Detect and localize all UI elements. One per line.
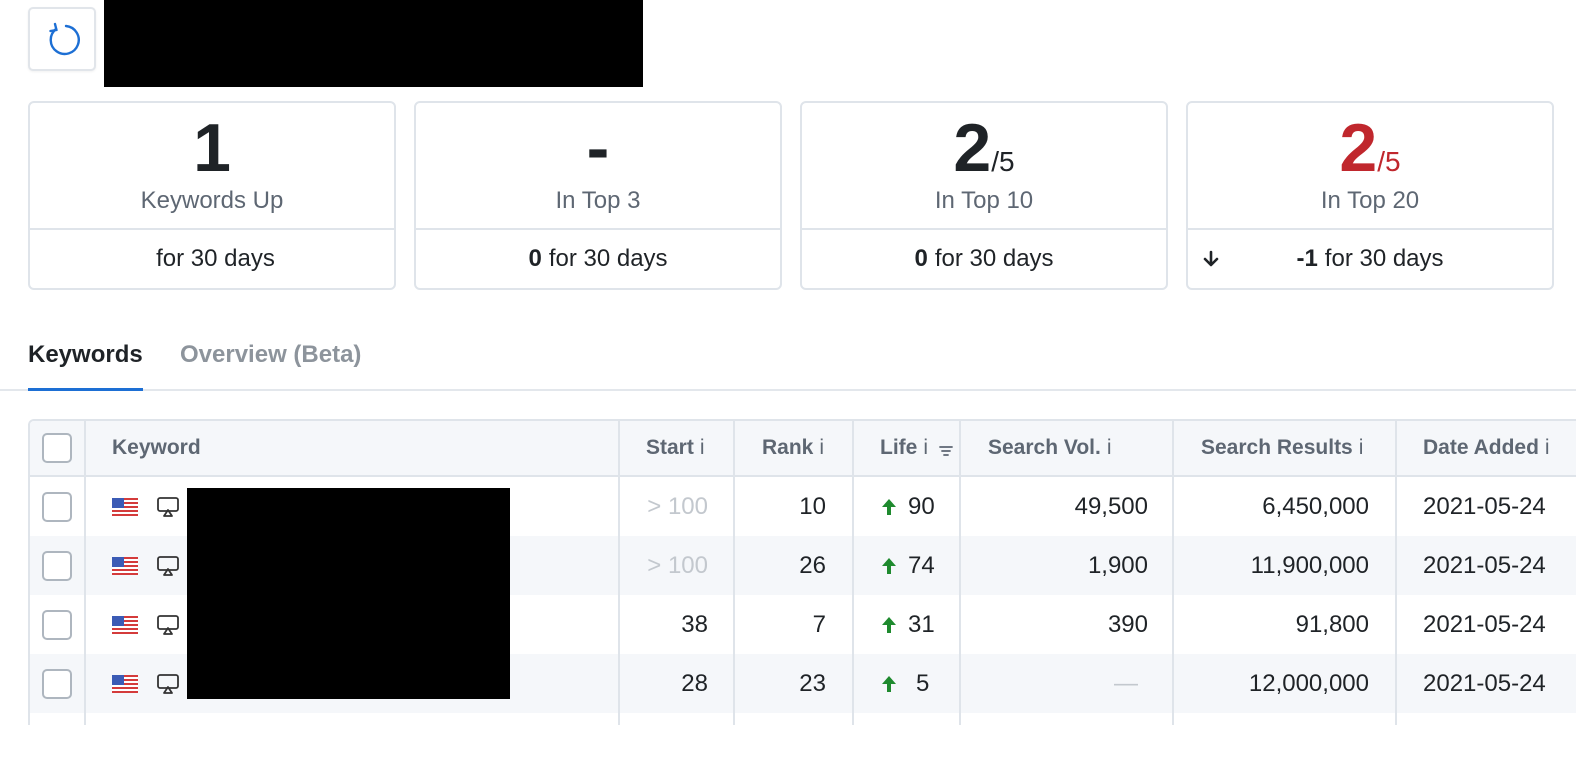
info-icon[interactable]: i (819, 436, 824, 460)
date-added-cell: 2021-05-24 (1423, 669, 1546, 697)
life-cell: 74 (880, 536, 935, 595)
us-flag-icon (112, 497, 138, 516)
us-flag-icon (112, 615, 138, 634)
card-label: In Top 10 (934, 187, 1034, 214)
redacted-keywords (187, 488, 510, 699)
refresh-button[interactable] (28, 7, 96, 71)
date-added-cell: 2021-05-24 (1423, 551, 1546, 579)
sort-icon[interactable] (938, 443, 954, 459)
header-date-added[interactable]: Date Added i (1423, 421, 1550, 475)
desktop-icon (157, 555, 179, 576)
row-checkbox[interactable] (42, 550, 72, 581)
us-flag-icon (112, 674, 138, 693)
desktop-icon (157, 673, 179, 694)
search-results-cell: 6,450,000 (1262, 492, 1369, 520)
column-divider (733, 421, 735, 725)
start-cell: 38 (681, 610, 708, 638)
header-keyword[interactable]: Keyword (112, 421, 201, 475)
desktop-icon (157, 614, 179, 635)
arrow-down-icon (1203, 250, 1219, 267)
row-checkbox[interactable] (42, 668, 72, 699)
date-added-cell: 2021-05-24 (1423, 492, 1546, 520)
card-label: In Top 20 (1320, 187, 1420, 214)
card-label: In Top 3 (555, 187, 641, 214)
card-value: 2/5 (953, 110, 1015, 186)
card-period: for 30 days (156, 245, 275, 272)
card-period: -1 for 30 days (1188, 230, 1552, 288)
start-cell: > 100 (647, 492, 708, 520)
rank-cell: 26 (799, 551, 826, 579)
card-in-top-20: 2/5 In Top 20 -1 for 30 days (1186, 101, 1554, 290)
column-divider (618, 421, 620, 725)
card-value: - (586, 110, 610, 186)
search-vol-cell: 49,500 (1074, 492, 1148, 520)
search-vol-cell: — (1114, 669, 1138, 697)
arrow-up-icon (882, 616, 896, 633)
search-results-cell: 11,900,000 (1250, 551, 1369, 579)
card-keywords-up: 1 Keywords Up for 30 days (28, 101, 396, 290)
row-checkbox[interactable] (42, 491, 72, 522)
redacted-title (104, 0, 643, 87)
tab-bar: Keywords Overview (Beta) (0, 325, 1576, 391)
start-cell: > 100 (647, 551, 708, 579)
tab-overview[interactable]: Overview (Beta) (180, 341, 361, 369)
search-vol-cell: 390 (1107, 610, 1148, 638)
column-divider (959, 421, 961, 725)
tab-keywords[interactable]: Keywords (28, 341, 143, 391)
arrow-up-icon (882, 675, 896, 692)
column-divider (1172, 421, 1174, 725)
start-cell: 28 (681, 669, 708, 697)
card-period: 0 for 30 days (528, 245, 668, 272)
keywords-table: Keyword Start i Rank i Life i Search Vol. i … (28, 419, 1576, 725)
life-cell: 90 (880, 477, 935, 536)
header-start[interactable]: Start i (646, 421, 705, 475)
info-icon[interactable]: i (1359, 436, 1364, 460)
header-search-results[interactable]: Search Results i (1201, 421, 1363, 475)
header-search-vol[interactable]: Search Vol. i (988, 421, 1112, 475)
info-icon[interactable]: i (1107, 436, 1112, 460)
card-in-top-10: 2/5 In Top 10 0 for 30 days (800, 101, 1168, 290)
info-icon[interactable]: i (923, 436, 928, 460)
table-header: Keyword Start i Rank i Life i Search Vol. i … (30, 421, 1576, 477)
card-value: 1 (193, 110, 231, 186)
card-in-top-3: - In Top 3 0 for 30 days (414, 101, 782, 290)
card-period: 0 for 30 days (914, 245, 1054, 272)
card-value: 2/5 (1339, 110, 1401, 186)
rank-cell: 7 (812, 610, 826, 638)
info-icon[interactable]: i (700, 436, 705, 460)
header-life[interactable]: Life i (880, 421, 954, 475)
search-results-cell: 12,000,000 (1248, 669, 1369, 697)
column-divider (84, 421, 86, 725)
info-icon[interactable]: i (1545, 436, 1550, 460)
desktop-icon (157, 496, 179, 517)
rank-cell: 10 (799, 492, 826, 520)
date-added-cell: 2021-05-24 (1423, 610, 1546, 638)
life-cell: 5 (880, 654, 929, 713)
search-results-cell: 91,800 (1295, 610, 1369, 638)
refresh-icon (49, 22, 80, 56)
us-flag-icon (112, 556, 138, 575)
column-divider (1395, 421, 1397, 725)
rank-cell: 23 (799, 669, 826, 697)
card-label: Keywords Up (140, 187, 284, 214)
column-divider (852, 421, 854, 725)
arrow-up-icon (882, 498, 896, 515)
search-vol-cell: 1,900 (1087, 551, 1148, 579)
header-rank[interactable]: Rank i (762, 421, 824, 475)
row-checkbox[interactable] (42, 609, 72, 640)
arrow-up-icon (882, 557, 896, 574)
select-all-checkbox[interactable] (42, 433, 72, 463)
life-cell: 31 (880, 595, 935, 654)
